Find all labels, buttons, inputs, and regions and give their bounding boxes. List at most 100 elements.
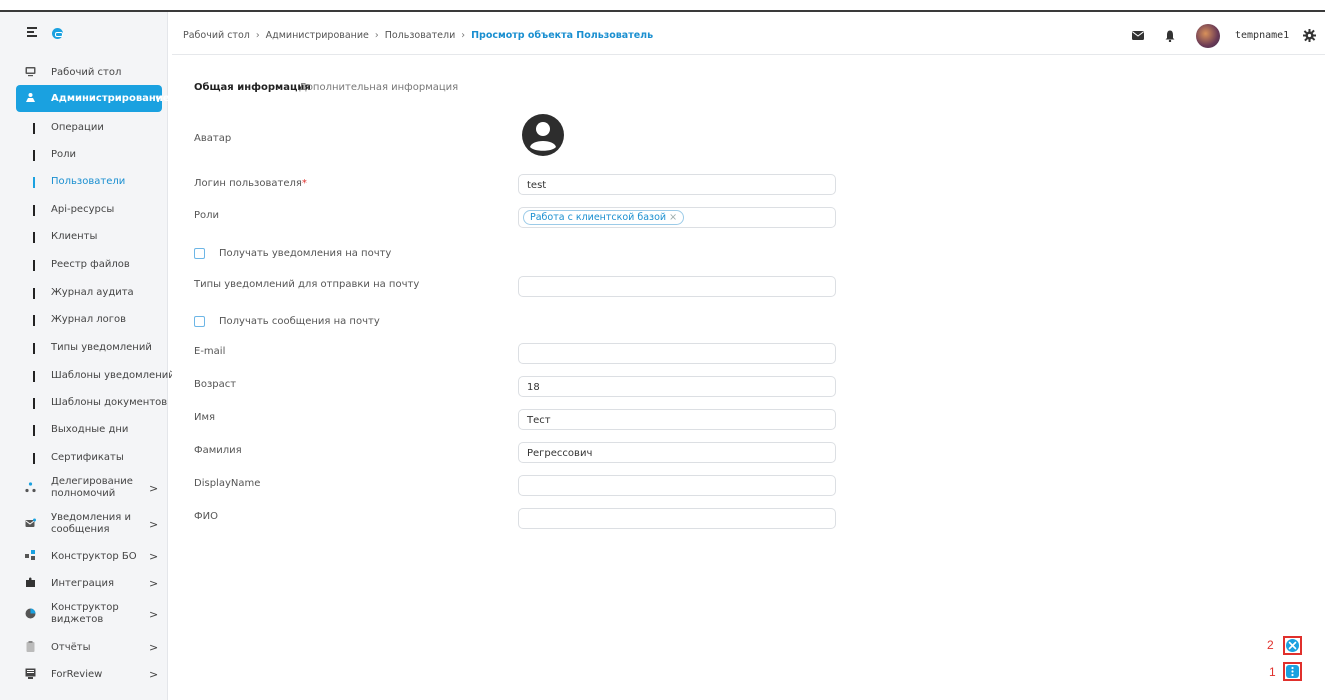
- delegation-icon: [25, 482, 36, 493]
- sidebar-item-audit-log[interactable]: Журнал аудита: [16, 280, 166, 307]
- sidebar-item-notification-types[interactable]: Типы уведомлений: [16, 335, 166, 362]
- first-name-label: Имя: [194, 412, 216, 423]
- chevron-right-icon: >: [149, 607, 159, 621]
- fio-field[interactable]: [518, 508, 836, 529]
- display-name-field[interactable]: [518, 475, 836, 496]
- sidebar-item-bo-constructor[interactable]: Конструктор БО >: [16, 543, 162, 570]
- sidebar-item-label: Конструктор БО: [51, 551, 137, 562]
- checkbox-label: Получать уведомления на почту: [219, 247, 392, 259]
- clipboard-icon: [26, 641, 35, 652]
- close-button[interactable]: [1283, 636, 1302, 655]
- bell-icon[interactable]: [1165, 30, 1175, 42]
- age-field[interactable]: 18: [518, 376, 836, 397]
- sidebar-item-certificates[interactable]: Сертификаты: [16, 445, 166, 472]
- sidebar-item-integration[interactable]: Интеграция >: [16, 570, 162, 597]
- sidebar-item-administration[interactable]: Администрирование ∨: [16, 85, 170, 112]
- sidebar-item-label: Шаблоны документов: [51, 397, 168, 408]
- sidebar-item-widget-constructor[interactable]: Конструктор виджетов >: [16, 598, 162, 630]
- fio-label: ФИО: [194, 511, 218, 522]
- notify-email-checkbox[interactable]: Получать уведомления на почту: [194, 246, 391, 260]
- sidebar-item-label: Журнал логов: [51, 314, 127, 325]
- age-label: Возраст: [194, 379, 237, 390]
- close-icon: [1286, 639, 1299, 652]
- top-border-line: [0, 10, 1325, 12]
- menu-collapse-icon[interactable]: [27, 27, 37, 37]
- breadcrumb-current: Просмотр объекта Пользователь: [471, 30, 654, 41]
- last-name-label: Фамилия: [194, 445, 242, 456]
- notify-types-label: Типы уведомлений для отправки на почту: [194, 279, 420, 290]
- bullet-bar: [33, 453, 35, 464]
- logo-icon[interactable]: [52, 28, 63, 39]
- sidebar-item-clients[interactable]: Клиенты: [16, 224, 166, 251]
- messages-email-checkbox[interactable]: Получать сообщения на почту: [194, 314, 380, 328]
- notify-types-field[interactable]: [518, 276, 836, 297]
- tab-general-info[interactable]: Общая информация: [194, 82, 311, 93]
- login-label: Логин пользователя*: [194, 178, 307, 189]
- chip-remove-icon[interactable]: ×: [669, 212, 677, 223]
- sidebar-item-file-registry[interactable]: Реестр файлов: [16, 252, 166, 279]
- bullet-bar: [33, 398, 35, 409]
- sidebar: Рабочий стол Администрирование ∨ Операци…: [0, 12, 175, 700]
- display-name-label: DisplayName: [194, 478, 261, 489]
- sidebar-header: [0, 12, 168, 54]
- main-content: Общая информация Дополнительная информац…: [172, 58, 1325, 700]
- sidebar-item-operations[interactable]: Операции: [16, 115, 166, 142]
- checkbox-label: Получать сообщения на почту: [219, 315, 380, 327]
- sidebar-item-logs-journal[interactable]: Журнал логов: [16, 307, 166, 334]
- sidebar-item-label: Выходные дни: [51, 424, 129, 435]
- chevron-right-icon: >: [149, 577, 159, 590]
- checkbox-box[interactable]: [194, 247, 205, 259]
- sidebar-item-label: Отчёты: [51, 642, 91, 653]
- sidebar-item-label: Уведомления и сообщения: [51, 512, 131, 535]
- breadcrumb-administration[interactable]: Администрирование: [266, 30, 369, 41]
- sidebar-item-forreview[interactable]: ForReview >: [16, 661, 162, 688]
- bullet-bar: [33, 232, 35, 243]
- bullet-bar: [33, 177, 35, 188]
- sidebar-item-roles[interactable]: Роли: [16, 142, 166, 169]
- sidebar-item-label: Шаблоны уведомлений: [51, 370, 175, 381]
- sidebar-item-api-resources[interactable]: Api-ресурсы: [16, 197, 166, 224]
- last-name-field[interactable]: Регрессович: [518, 442, 836, 463]
- breadcrumb-desktop[interactable]: Рабочий стол: [183, 30, 250, 41]
- sidebar-item-label: Роли: [51, 149, 77, 160]
- sidebar-item-label: ForReview: [51, 669, 103, 680]
- username-label[interactable]: tempname1: [1235, 30, 1289, 41]
- sidebar-item-label: Интеграция: [51, 578, 115, 589]
- email-field[interactable]: [518, 343, 836, 364]
- roles-select[interactable]: Работа с клиентской базой ×: [518, 207, 836, 228]
- user-avatar-icon[interactable]: [521, 113, 565, 157]
- roles-label: Роли: [194, 210, 220, 221]
- sidebar-item-desktop[interactable]: Рабочий стол: [16, 59, 162, 86]
- gear-icon[interactable]: [1303, 29, 1316, 42]
- breadcrumb: Рабочий стол › Администрирование › Пользоват…: [183, 30, 654, 41]
- chevron-right-icon: >: [149, 641, 159, 654]
- sidebar-item-notifications-messages[interactable]: Уведомления и сообщения >: [16, 508, 162, 540]
- email-label: E-mail: [194, 346, 226, 357]
- bullet-bar: [33, 425, 35, 436]
- sidebar-item-label: Администрирование: [51, 93, 170, 104]
- close-button-number: 2: [1267, 638, 1274, 652]
- chevron-right-icon: >: [149, 668, 159, 681]
- user-avatar[interactable]: [1196, 24, 1220, 48]
- bullet-bar: [33, 260, 35, 271]
- sidebar-item-holidays[interactable]: Выходные дни: [16, 417, 166, 444]
- first-name-field[interactable]: Тест: [518, 409, 836, 430]
- breadcrumb-users[interactable]: Пользователи: [385, 30, 456, 41]
- checkbox-box[interactable]: [194, 315, 205, 327]
- sidebar-item-notification-templates[interactable]: Шаблоны уведомлений: [16, 363, 175, 390]
- sidebar-item-document-templates[interactable]: Шаблоны документов: [16, 390, 168, 417]
- bullet-bar: [33, 343, 35, 354]
- monitor-icon: [25, 67, 36, 77]
- actions-menu-button[interactable]: [1283, 662, 1302, 681]
- sidebar-item-reports[interactable]: Отчёты >: [16, 634, 162, 661]
- bullet-bar: [33, 205, 35, 216]
- bullet-bar: [33, 315, 35, 326]
- mail-icon[interactable]: [1132, 31, 1144, 40]
- sidebar-item-delegation[interactable]: Делегирование полномочий >: [16, 472, 162, 504]
- login-field[interactable]: test: [518, 174, 836, 195]
- sidebar-item-label: Рабочий стол: [51, 67, 122, 78]
- review-icon: [25, 668, 36, 679]
- constructor-icon: [25, 550, 35, 560]
- sidebar-item-users[interactable]: Пользователи: [16, 169, 166, 196]
- tab-additional-info[interactable]: Дополнительная информация: [299, 82, 458, 93]
